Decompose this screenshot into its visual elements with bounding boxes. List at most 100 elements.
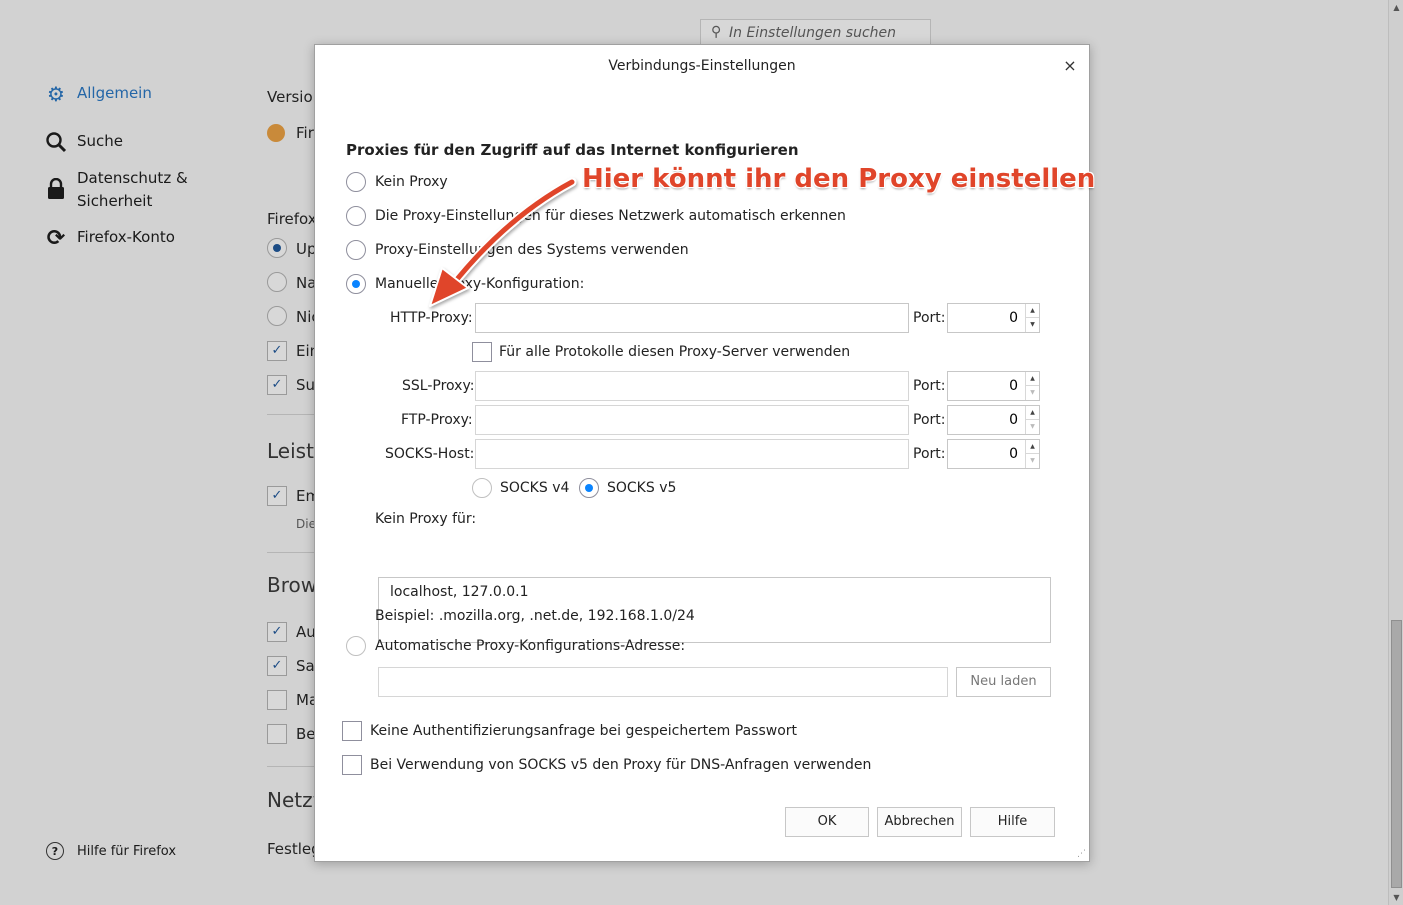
dialog-title: Verbindungs-Einstellungen	[608, 58, 796, 74]
port-spinner[interactable]: ▲ ▼	[1025, 304, 1039, 332]
search-icon	[44, 130, 68, 154]
ssl-proxy-input[interactable]	[475, 371, 909, 401]
nav-item-label: Datenschutz & Sicherheit	[77, 169, 188, 210]
bg-network-text: Festleg	[267, 840, 321, 858]
ssl-port-stepper[interactable]: ▲ ▼	[947, 371, 1040, 401]
gear-icon: ⚙	[47, 82, 65, 106]
spin-up-icon[interactable]: ▲	[1026, 406, 1039, 420]
auto-proxy-url-input[interactable]	[378, 667, 948, 697]
help-button[interactable]: Hilfe	[970, 807, 1055, 837]
dialog-titlebar: Verbindungs-Einstellungen ×	[315, 45, 1089, 89]
radio-socks-v5[interactable]	[579, 478, 599, 498]
page-scrollbar[interactable]: ▲ ▼	[1388, 0, 1403, 905]
nav-item-label: Suche	[77, 132, 124, 150]
http-port-input[interactable]	[948, 304, 1026, 332]
socks-host-label: SOCKS-Host:	[385, 446, 475, 462]
bg-option-text: Au	[296, 623, 316, 641]
radio-system-proxy[interactable]	[346, 240, 366, 260]
search-placeholder: In Einstellungen suchen	[729, 25, 897, 41]
spin-up-icon[interactable]: ▲	[1026, 304, 1039, 318]
bg-checkbox-checked: ✓	[267, 486, 287, 506]
lock-icon	[44, 177, 68, 201]
radio-auto-proxy-url[interactable]	[346, 636, 366, 656]
bg-checkbox-checked: ✓	[267, 341, 287, 361]
bg-firefox-updates-heading: Firefox	[267, 210, 317, 228]
firefox-logo-icon	[267, 124, 285, 142]
nav-item-search: Suche	[44, 130, 123, 154]
bg-radio	[267, 238, 287, 258]
ssl-port-label: Port:	[913, 378, 946, 394]
socks-host-input[interactable]	[475, 439, 909, 469]
no-proxy-example-text: Beispiel: .mozilla.org, .net.de, 192.168…	[375, 608, 695, 624]
preferences-search-input: ⚲ In Einstellungen suchen	[700, 19, 931, 45]
ssl-proxy-label: SSL-Proxy:	[402, 378, 475, 394]
socks-port-label: Port:	[913, 446, 946, 462]
port-spinner[interactable]: ▲ ▼	[1025, 406, 1039, 434]
spin-down-icon[interactable]: ▼	[1026, 420, 1039, 434]
all-protocols-label[interactable]: Für alle Protokolle diesen Proxy-Server …	[499, 344, 850, 360]
bg-checkbox-checked: ✓	[267, 622, 287, 642]
sync-icon: ⟳	[46, 225, 66, 251]
bg-divider	[267, 552, 317, 553]
ftp-port-stepper[interactable]: ▲ ▼	[947, 405, 1040, 435]
bg-checkbox	[267, 690, 287, 710]
ftp-proxy-label: FTP-Proxy:	[401, 412, 473, 428]
nav-item-general: ⚙ Allgemein	[44, 82, 152, 106]
socks-dns-label[interactable]: Bei Verwendung von SOCKS v5 den Proxy fü…	[370, 757, 871, 773]
nav-item-privacy: Datenschutz & Sicherheit	[44, 167, 214, 213]
ok-button[interactable]: OK	[785, 807, 869, 837]
bg-description-text: Die	[296, 517, 316, 531]
bg-checkbox-checked: ✓	[267, 375, 287, 395]
spin-down-icon[interactable]: ▼	[1026, 454, 1039, 468]
spin-up-icon[interactable]: ▲	[1026, 372, 1039, 386]
no-auth-prompt-checkbox[interactable]	[342, 721, 362, 741]
proxy-config-heading: Proxies für den Zugriff auf das Internet…	[346, 141, 799, 159]
port-spinner[interactable]: ▲ ▼	[1025, 440, 1039, 468]
no-proxy-for-label: Kein Proxy für:	[375, 511, 477, 527]
scrollbar-thumb[interactable]	[1391, 620, 1402, 888]
spin-up-icon[interactable]: ▲	[1026, 440, 1039, 454]
http-port-label: Port:	[913, 310, 946, 326]
scroll-up-arrow-icon[interactable]: ▲	[1389, 0, 1403, 15]
http-port-stepper[interactable]: ▲ ▼	[947, 303, 1040, 333]
reload-button[interactable]: Neu laden	[956, 667, 1051, 697]
help-label: Hilfe für Firefox	[77, 843, 177, 859]
bg-radio	[267, 306, 287, 326]
cancel-button[interactable]: Abbrechen	[877, 807, 962, 837]
radio-manual-proxy[interactable]	[346, 274, 366, 294]
radio-socks-v4-label[interactable]: SOCKS v4	[500, 480, 569, 496]
radio-auto-detect[interactable]	[346, 206, 366, 226]
ftp-port-label: Port:	[913, 412, 946, 428]
radio-no-proxy[interactable]	[346, 172, 366, 192]
port-spinner[interactable]: ▲ ▼	[1025, 372, 1039, 400]
nav-item-label: Firefox-Konto	[77, 228, 175, 246]
no-auth-prompt-label[interactable]: Keine Authentifizierungsanfrage bei gesp…	[370, 723, 797, 739]
radio-auto-proxy-url-label[interactable]: Automatische Proxy-Konfigurations-Adress…	[375, 638, 685, 654]
help-for-firefox-link: ? Hilfe für Firefox	[46, 842, 176, 860]
search-icon: ⚲	[711, 24, 722, 40]
socks-dns-checkbox[interactable]	[342, 755, 362, 775]
bg-radio	[267, 272, 287, 292]
radio-socks-v5-label[interactable]: SOCKS v5	[607, 480, 676, 496]
bg-browsing-heading: Brow	[267, 573, 318, 597]
ssl-port-input[interactable]	[948, 372, 1026, 400]
help-icon: ?	[46, 842, 64, 860]
spin-down-icon[interactable]: ▼	[1026, 318, 1039, 332]
ftp-port-input[interactable]	[948, 406, 1026, 434]
annotation-text: Hier könnt ihr den Proxy einstellen	[582, 164, 1096, 194]
spin-down-icon[interactable]: ▼	[1026, 386, 1039, 400]
bg-divider	[267, 414, 317, 415]
socks-port-input[interactable]	[948, 440, 1026, 468]
resize-grip-icon[interactable]: ⋰	[1077, 849, 1087, 859]
close-icon[interactable]: ×	[1059, 55, 1081, 77]
bg-checkbox-checked: ✓	[267, 656, 287, 676]
all-protocols-checkbox[interactable]	[472, 342, 492, 362]
ftp-proxy-input[interactable]	[475, 405, 909, 435]
nav-item-label: Allgemein	[77, 84, 152, 102]
annotation-arrow-icon	[429, 177, 577, 307]
nav-item-firefox-account: ⟳ Firefox-Konto	[44, 225, 175, 251]
bg-checkbox	[267, 724, 287, 744]
radio-socks-v4[interactable]	[472, 478, 492, 498]
scroll-down-arrow-icon[interactable]: ▼	[1389, 890, 1403, 905]
socks-port-stepper[interactable]: ▲ ▼	[947, 439, 1040, 469]
